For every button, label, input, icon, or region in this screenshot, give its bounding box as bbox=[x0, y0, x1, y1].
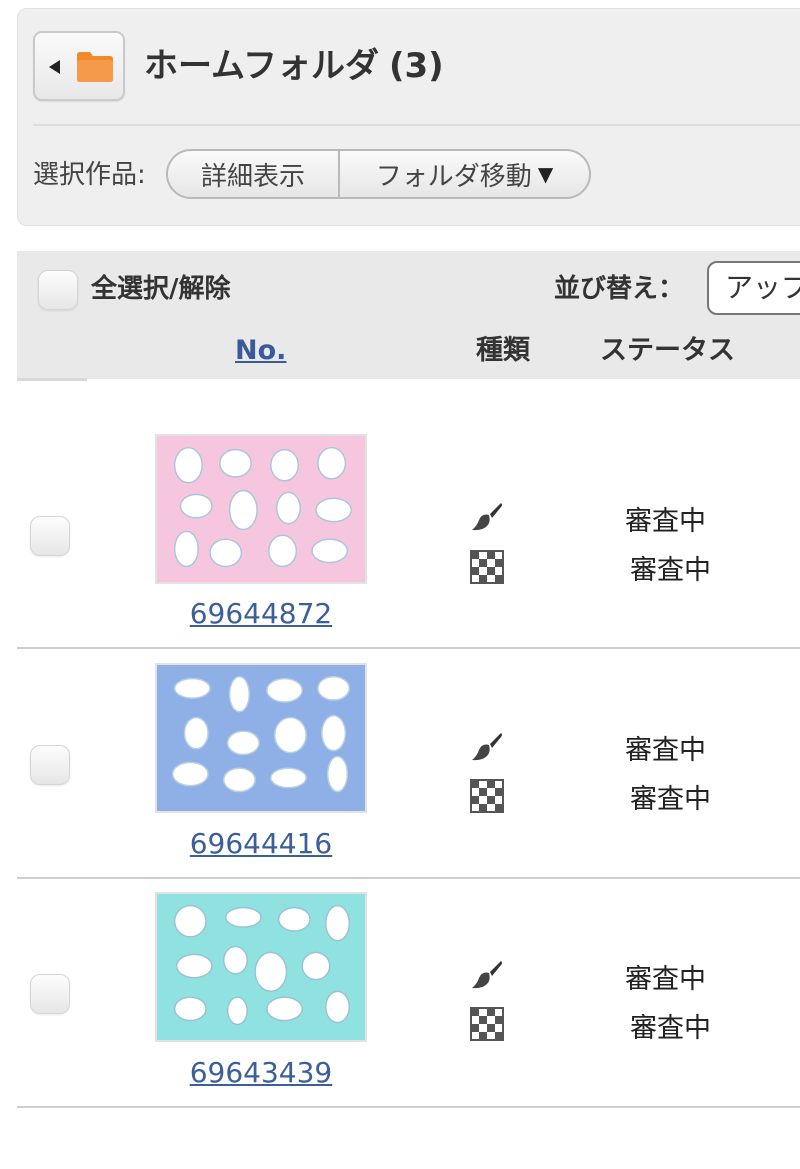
select-all-label: 全選択/解除 bbox=[91, 274, 231, 304]
back-folder-button[interactable] bbox=[33, 31, 125, 101]
artwork-thumbnail[interactable] bbox=[155, 892, 367, 1042]
selection-label: 選択作品: bbox=[33, 160, 146, 190]
status-text: 審査中 bbox=[630, 1013, 711, 1044]
divider bbox=[33, 124, 800, 126]
item-checkbox[interactable] bbox=[30, 974, 70, 1014]
sort-select[interactable]: アップ bbox=[707, 261, 800, 315]
brush-icon bbox=[472, 733, 502, 761]
item-checkbox[interactable] bbox=[30, 516, 70, 556]
dropdown-caret-icon: ▼ bbox=[537, 162, 554, 186]
column-header-kind: 種類 bbox=[476, 335, 530, 366]
status-text: 審査中 bbox=[625, 964, 706, 995]
artwork-thumbnail[interactable] bbox=[155, 434, 367, 584]
move-folder-label: フォルダ移動 bbox=[375, 161, 532, 192]
status-text: 審査中 bbox=[630, 784, 711, 815]
brush-icon bbox=[472, 503, 502, 531]
page-title: ホームフォルダ (3) bbox=[144, 44, 444, 88]
column-header-no[interactable]: No. bbox=[235, 333, 286, 369]
status-text: 審査中 bbox=[625, 735, 706, 766]
selection-actions: 詳細表示 フォルダ移動 ▼ bbox=[166, 149, 591, 199]
checker-pattern-icon bbox=[470, 1007, 504, 1041]
artwork-number-link[interactable]: 69643439 bbox=[155, 1055, 367, 1091]
item-count: (3) bbox=[388, 46, 444, 86]
checker-pattern-icon bbox=[470, 550, 504, 584]
artwork-number-link[interactable]: 69644872 bbox=[155, 596, 367, 632]
brush-icon bbox=[472, 961, 502, 989]
folder-name: ホームフォルダ bbox=[144, 46, 379, 86]
item-checkbox[interactable] bbox=[30, 745, 70, 785]
status-text: 審査中 bbox=[625, 506, 706, 537]
folder-icon bbox=[77, 52, 113, 82]
artwork-number-link[interactable]: 69644416 bbox=[155, 826, 367, 862]
select-all-checkbox[interactable] bbox=[38, 270, 78, 310]
move-folder-button[interactable]: フォルダ移動 ▼ bbox=[340, 151, 589, 197]
header-shade bbox=[17, 378, 87, 381]
status-text: 審査中 bbox=[630, 555, 711, 586]
detail-view-button[interactable]: 詳細表示 bbox=[168, 151, 340, 197]
column-header-status: ステータス bbox=[600, 335, 735, 366]
checker-pattern-icon bbox=[470, 779, 504, 813]
sort-label: 並び替え： bbox=[554, 274, 685, 304]
back-arrow-icon bbox=[49, 60, 60, 74]
row-divider bbox=[17, 1106, 800, 1108]
row-divider bbox=[17, 647, 800, 649]
artwork-thumbnail[interactable] bbox=[155, 663, 367, 813]
detail-view-label: 詳細表示 bbox=[200, 161, 305, 192]
